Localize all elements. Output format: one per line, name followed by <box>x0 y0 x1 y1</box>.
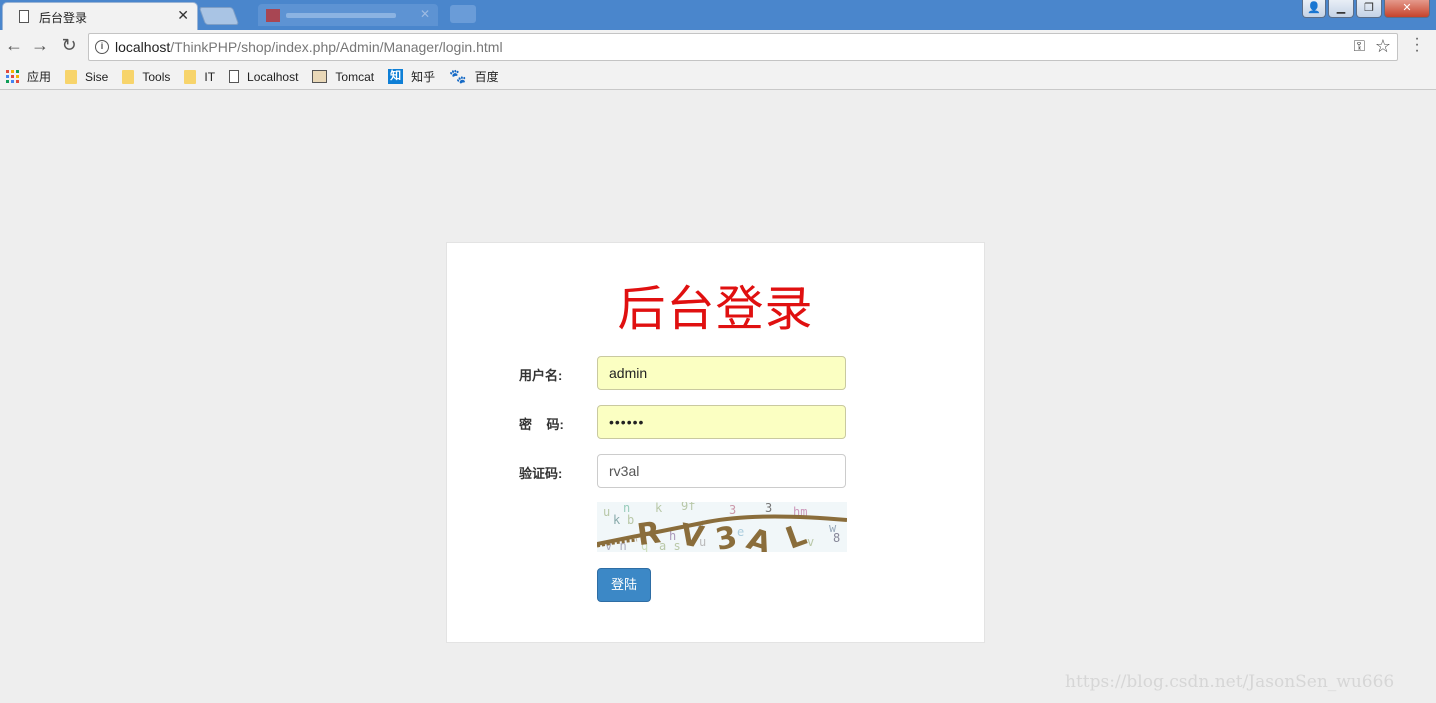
background-tab[interactable]: ✕ <box>258 4 438 26</box>
bookmark-tools[interactable]: Tools <box>122 69 171 84</box>
apps-grid-icon <box>6 70 19 83</box>
bookmark-localhost[interactable]: Localhost <box>229 70 298 84</box>
bookmark-apps[interactable]: 应用 <box>6 68 51 85</box>
tab-strip: 后台登录 ✕ ✕ 👤 ▁ ❐ ✕ <box>0 0 1436 30</box>
svg-text:8: 8 <box>833 531 840 545</box>
browser-toolbar: ← → ↻ i localhost/ThinkPHP/shop/index.ph… <box>0 30 1436 64</box>
folder-icon <box>122 69 135 84</box>
reload-icon[interactable]: ↻ <box>58 35 80 56</box>
tab-favicon-icon <box>266 9 280 22</box>
bookmark-label: Tomcat <box>335 69 375 84</box>
restore-button[interactable]: ❐ <box>1356 0 1382 18</box>
bookmark-label: 知乎 <box>411 70 436 84</box>
captcha-char: A <box>743 522 777 552</box>
svg-text:3: 3 <box>765 502 772 515</box>
blurred-tab-title <box>286 13 396 18</box>
bookmark-tomcat[interactable]: Tomcat <box>312 70 374 84</box>
window-controls: 👤 ▁ ❐ ✕ <box>1302 0 1430 18</box>
forward-arrow-icon[interactable]: → <box>29 35 51 56</box>
active-tab[interactable]: 后台登录 ✕ <box>2 2 198 30</box>
captcha-input[interactable]: rv3al <box>597 454 846 488</box>
bookmark-star-icon[interactable]: ☆ <box>1375 36 1391 57</box>
url-host: localhost <box>115 39 171 55</box>
tab-title: 后台登录 <box>39 11 88 25</box>
bookmark-label: IT <box>204 69 216 84</box>
svg-text:k: k <box>655 502 663 515</box>
window-close-button[interactable]: ✕ <box>1384 0 1430 18</box>
menu-dots-icon[interactable]: · · · <box>1412 31 1422 59</box>
bookmark-zhihu[interactable]: 知 知乎 <box>388 68 435 85</box>
back-arrow-icon[interactable]: ← <box>3 35 25 56</box>
folder-icon <box>184 69 197 84</box>
address-bar[interactable]: i localhost/ThinkPHP/shop/index.php/Admi… <box>88 33 1398 61</box>
bookmark-label: Tools <box>142 69 171 84</box>
minimize-button[interactable]: ▁ <box>1328 0 1354 18</box>
svg-text:3: 3 <box>729 503 736 517</box>
background-tab-ghost[interactable] <box>450 5 476 23</box>
folder-icon <box>65 69 78 84</box>
zhihu-icon: 知 <box>388 69 404 84</box>
captcha-graphic: unk k b9f 33 hmw 8v de hq a su v n R V 3 … <box>597 502 847 552</box>
info-icon[interactable]: i <box>95 40 109 54</box>
bookmarks-bar: 应用 Sise Tools IT Localhost Tomcat 知 知乎 🐾… <box>0 64 1436 90</box>
tomcat-icon <box>312 70 328 83</box>
page-icon <box>19 10 29 23</box>
bookmark-label: 应用 <box>27 70 52 84</box>
page-title: 后台登录 <box>617 283 814 336</box>
user-icon[interactable]: 👤 <box>1302 0 1326 18</box>
svg-text:e: e <box>737 525 744 539</box>
captcha-char: R <box>635 515 663 552</box>
password-input[interactable]: •••••• <box>597 405 846 439</box>
tab-close-icon[interactable]: ✕ <box>177 7 189 24</box>
username-input[interactable]: admin <box>597 356 846 390</box>
bookmark-it[interactable]: IT <box>184 69 216 84</box>
url-path: /ThinkPHP/shop/index.php/Admin/Manager/l… <box>170 39 503 55</box>
page-icon <box>229 70 240 83</box>
bookmark-label: Sise <box>85 69 109 84</box>
svg-text:9f: 9f <box>681 502 695 513</box>
svg-text:k: k <box>613 513 621 527</box>
captcha-image[interactable]: unk k b 9f 33 hm w 8v de hq a su v n R V 3 … <box>597 502 847 552</box>
login-card: 后台登录 用户名: admin 密 码: •••••• 验证码: rv3al u… <box>446 242 985 643</box>
bookmark-baidu[interactable]: 🐾 百度 <box>449 68 498 85</box>
key-icon[interactable]: ⚿ <box>1354 38 1365 55</box>
login-button[interactable]: 登陆 <box>597 568 651 602</box>
baidu-paw-icon: 🐾 <box>449 68 467 84</box>
url-text[interactable]: localhost/ThinkPHP/shop/index.php/Admin/… <box>115 39 503 55</box>
new-tab-button[interactable] <box>198 7 240 25</box>
svg-text:u: u <box>603 505 610 519</box>
svg-text:b: b <box>627 513 634 527</box>
tab-close-icon[interactable]: ✕ <box>420 7 430 21</box>
bookmark-sise[interactable]: Sise <box>65 69 109 84</box>
watermark: https://blog.csdn.net/JasonSen_wu666 <box>1065 672 1395 692</box>
bookmark-label: Localhost <box>247 69 299 84</box>
bookmark-label: 百度 <box>474 70 499 84</box>
